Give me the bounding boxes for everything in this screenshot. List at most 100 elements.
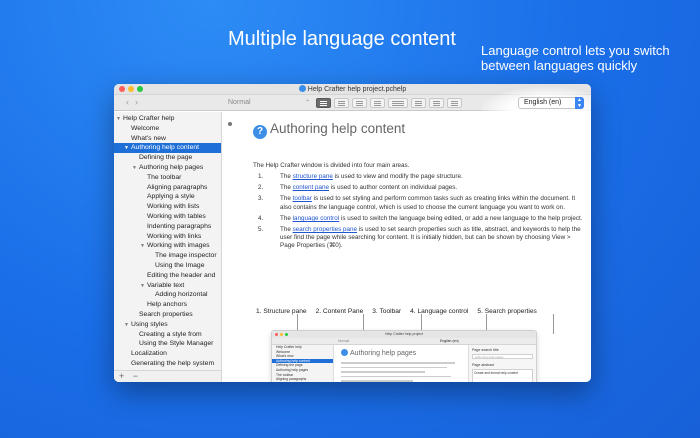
structure-pane: ▼ Help Crafter help Welcome What's new ▼ Auth… [114, 112, 222, 382]
align-center-button[interactable] [334, 98, 349, 108]
indent-button[interactable] [411, 98, 426, 108]
tree-item[interactable]: Working with tables [114, 212, 221, 222]
tree-item[interactable]: Applying a style [114, 192, 221, 202]
tree-item-label: Working with lists [147, 203, 200, 211]
tree-item-label: Using styles [131, 320, 168, 328]
tree-item-label: Using the Image [155, 261, 205, 269]
step-item: 5. The search properties pane is used to … [253, 226, 583, 251]
align-left-button[interactable] [316, 98, 331, 108]
mini-abstract-label: Page abstract [472, 363, 495, 367]
headline: Multiple language content [228, 28, 456, 50]
style-select-value: Normal [228, 99, 251, 106]
step-link[interactable]: language control [293, 215, 340, 222]
language-select[interactable]: English (en) ▲ ▼ [518, 97, 584, 109]
text-line [341, 380, 413, 382]
step-number: 4. [258, 214, 264, 222]
tree-item[interactable]: Indenting paragraphs [114, 222, 221, 232]
tree-item-label: The toolbar [147, 173, 182, 181]
page-title-text: Authoring help content [270, 121, 406, 136]
tree-item[interactable]: Welcome [114, 124, 221, 134]
step-link[interactable]: structure pane [293, 173, 333, 180]
step-text: is used to set styling and perform commo… [280, 195, 576, 211]
tree-item[interactable]: ▼ Using styles [114, 320, 221, 330]
tree-item[interactable]: The toolbar [114, 173, 221, 183]
remove-page-button[interactable]: − [133, 371, 138, 381]
tree-item[interactable]: ▼ Variable text [114, 281, 221, 291]
mini-style-select: Normal [338, 339, 350, 343]
disclosure-triangle-icon[interactable]: ▼ [140, 242, 147, 251]
step-text: The [280, 184, 293, 192]
step-link[interactable]: content pane [293, 184, 329, 191]
mini-language-select: English (en) [440, 339, 459, 343]
tree-item[interactable]: Generating the help system [114, 359, 221, 369]
tree-item-label: Creating a style from [139, 330, 202, 338]
link-button[interactable] [447, 98, 462, 108]
forward-arrow-icon[interactable]: › [135, 98, 138, 107]
tree-item[interactable]: Adding horizontal [114, 290, 221, 300]
steps-list: 1. The structure pane is used to view and… [253, 173, 583, 254]
tree-item-label: Help Crafter help [123, 115, 175, 122]
step-item: 1. The structure pane is used to view and… [253, 173, 583, 181]
tree-item[interactable]: Help anchors [114, 300, 221, 310]
bullet-icon [228, 122, 232, 126]
tree-item[interactable]: What's new [114, 134, 221, 144]
list-icon [392, 101, 404, 102]
step-link[interactable]: toolbar [293, 195, 312, 202]
tree-item[interactable]: ▼ Working with images [114, 241, 221, 251]
mini-heading: Authoring help pages [341, 349, 416, 357]
tree-item[interactable]: Localization [114, 349, 221, 359]
disclosure-triangle-icon[interactable]: ▼ [124, 321, 131, 330]
intro-text: The Help Crafter window is divided into … [253, 162, 410, 169]
help-question-icon: ? [253, 125, 267, 139]
step-text: The [280, 214, 293, 222]
tree-item[interactable]: Working with lists [114, 202, 221, 212]
step-link[interactable]: search properties pane [293, 226, 357, 233]
disclosure-triangle-icon[interactable]: ▼ [140, 282, 147, 291]
mini-text-lines [341, 362, 461, 382]
toolbar: ‹ › Normal ⌃ English (en) ▲ ▼ [114, 87, 591, 132]
mini-help-icon [341, 349, 348, 356]
tree-item[interactable]: ▼ Help Crafter help [114, 114, 221, 124]
tree-item[interactable]: Using the Image [114, 261, 221, 271]
mini-close-dot [275, 333, 278, 336]
tree-item-label: Defining the page [139, 154, 193, 162]
step-text: is used to switch the language being edi… [339, 214, 583, 222]
disclosure-triangle-icon[interactable]: ▼ [116, 115, 123, 124]
tree-item[interactable]: Search properties [114, 310, 221, 320]
tree-item[interactable]: The image inspector [114, 251, 221, 261]
tree-item-label: Aligning paragraphs [147, 183, 208, 191]
align-right-icon [356, 101, 363, 102]
outdent-button[interactable] [429, 98, 444, 108]
tree-item-label: Variable text [147, 281, 185, 289]
tree-item[interactable]: Using the Style Manager [114, 339, 221, 349]
align-right-button[interactable] [352, 98, 367, 108]
tree-item[interactable]: ▼ Authoring help pages [114, 163, 221, 173]
outdent-icon [433, 101, 440, 102]
mini-zoom-dot [285, 333, 288, 336]
navigation-controls: ‹ › [126, 98, 138, 107]
link-icon [451, 101, 458, 102]
tree-item[interactable]: Editing the header and [114, 271, 221, 281]
mini-search-title-label: Page search title [472, 348, 499, 352]
list-button[interactable] [388, 98, 408, 108]
tree-item[interactable]: Creating a style from [114, 330, 221, 340]
add-page-button[interactable]: + [119, 371, 124, 381]
mini-search-title-field: Authoring help pages [472, 354, 533, 359]
style-select[interactable]: Normal ⌃ [228, 98, 312, 108]
disclosure-triangle-icon[interactable]: ▼ [124, 144, 131, 153]
tree-item-label: Search properties [139, 310, 193, 318]
tree-item[interactable]: Aligning paragraphs [114, 183, 221, 193]
back-arrow-icon[interactable]: ‹ [126, 98, 129, 107]
tree-item[interactable]: ▼ Authoring help content [114, 143, 221, 154]
step-item: 3. The toolbar is used to set styling and… [253, 195, 583, 211]
tree-item[interactable]: Defining the page [114, 153, 221, 163]
disclosure-triangle-icon[interactable]: ▼ [132, 164, 139, 173]
step-number: 5. [258, 226, 264, 234]
tree-item-label: Localization [131, 350, 167, 358]
justify-button[interactable] [370, 98, 385, 108]
tree-item-label: Authoring help content [131, 144, 200, 152]
step-item: 4. The language control is used to switch… [253, 215, 583, 223]
tree-item[interactable]: Working with links [114, 232, 221, 242]
step-number: 3. [258, 195, 264, 203]
tree-item-label: Working with tables [147, 212, 206, 220]
